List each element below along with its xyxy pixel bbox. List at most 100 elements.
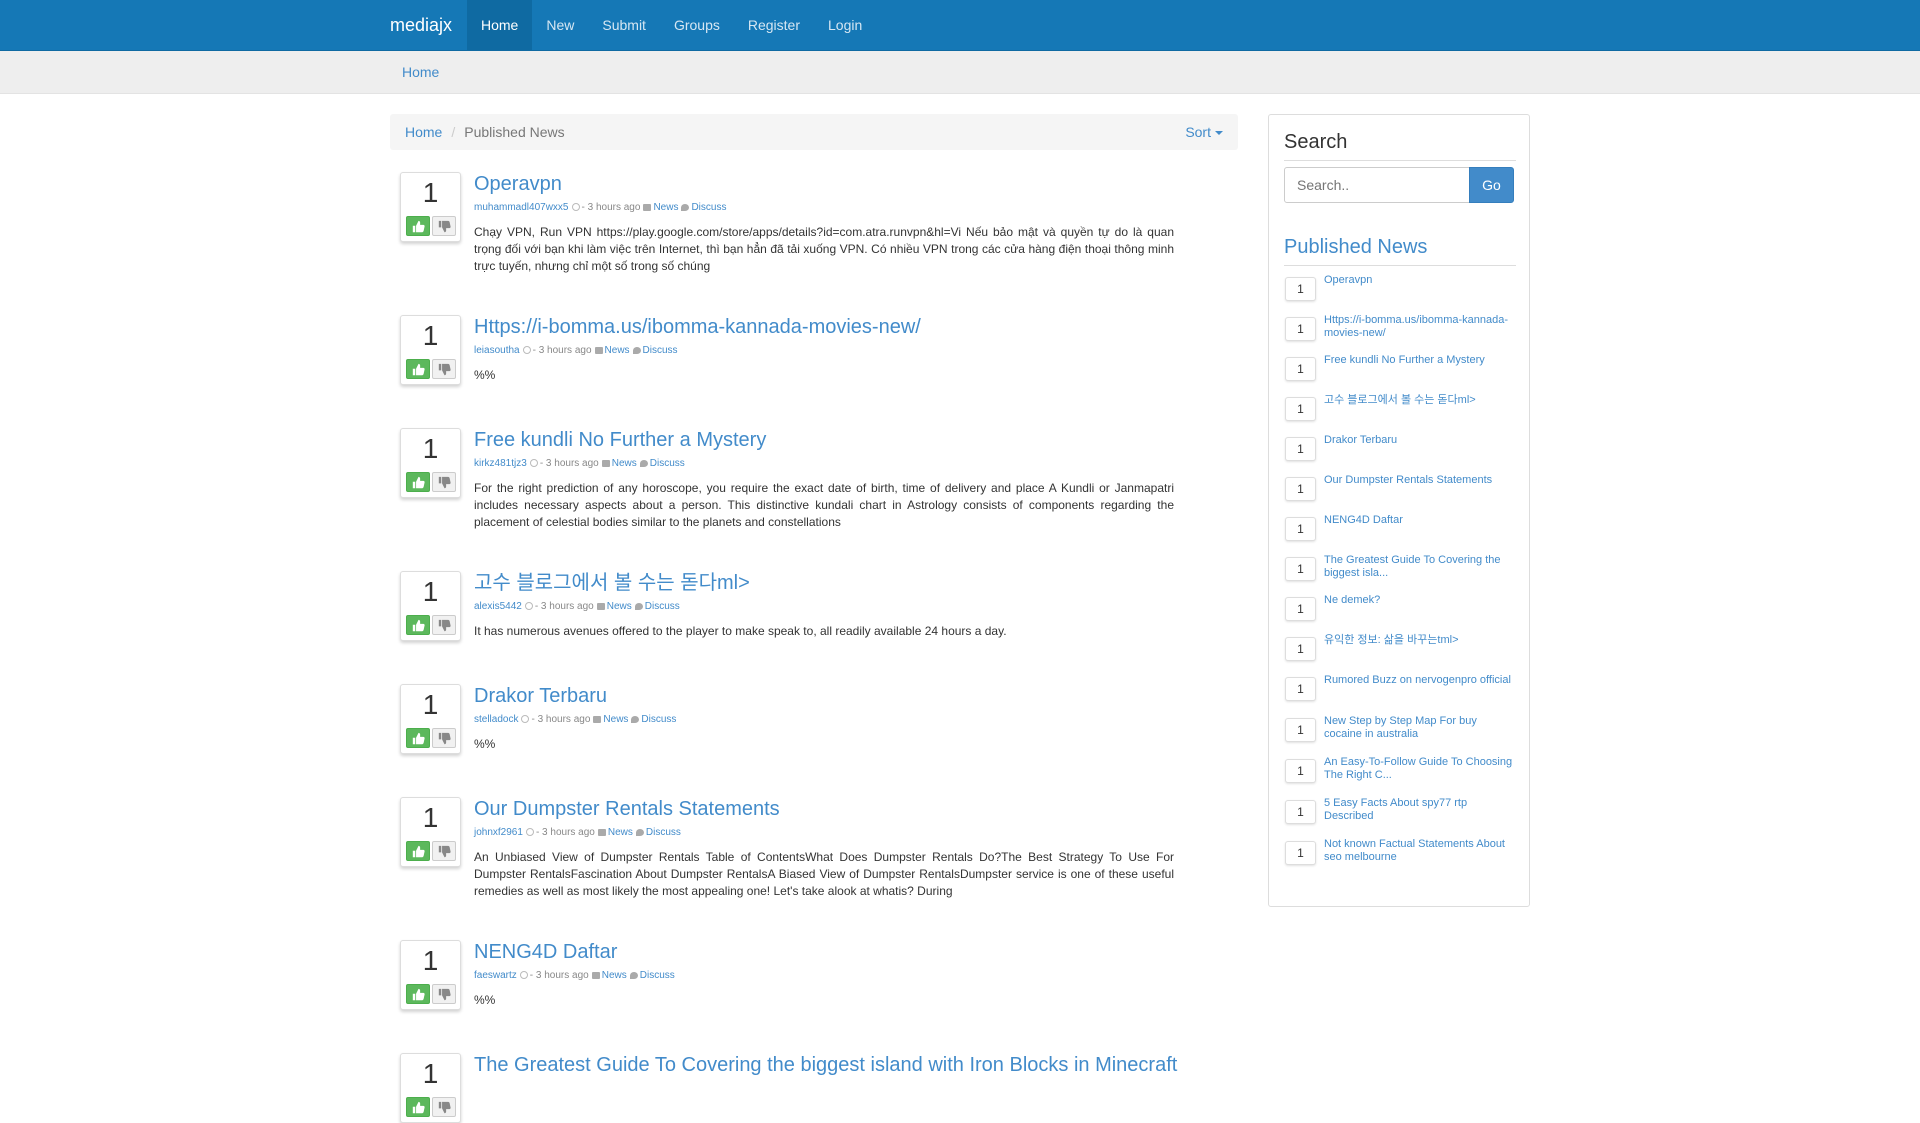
downvote-button[interactable] [432, 984, 456, 1004]
story-author[interactable]: faeswartz [474, 970, 517, 981]
downvote-button[interactable] [432, 1097, 456, 1117]
story-category[interactable]: News [608, 827, 633, 838]
vote-box: 1 [400, 315, 461, 385]
upvote-button[interactable] [406, 841, 430, 861]
caret-down-icon [1215, 131, 1223, 136]
nav-submit[interactable]: Submit [588, 0, 660, 50]
sidebar-news-link[interactable]: Operavpn [1324, 274, 1516, 287]
story-title[interactable]: Https://i-bomma.us/ibomma-kannada-movies… [474, 316, 921, 338]
vote-box: 1 [400, 940, 461, 1010]
sort-dropdown[interactable]: Sort [1185, 114, 1223, 150]
story-author[interactable]: leiasoutha [474, 345, 520, 356]
sidebar-news-link[interactable]: Https://i-bomma.us/ibomma-kannada-movies… [1324, 314, 1516, 340]
downvote-button[interactable] [432, 728, 456, 748]
upvote-button[interactable] [406, 615, 430, 635]
folder-icon [596, 602, 605, 610]
story-discuss[interactable]: Discuss [643, 345, 678, 356]
story-category[interactable]: News [602, 970, 627, 981]
sidebar-news-link[interactable]: Free kundli No Further a Mystery [1324, 354, 1516, 367]
story-category[interactable]: News [603, 714, 628, 725]
story-body: Our Dumpster Rentals Statements johnxf29… [474, 797, 1174, 900]
breadcrumb-home[interactable]: Home [405, 124, 442, 140]
story-title[interactable]: The Greatest Guide To Covering the bigge… [474, 1054, 1177, 1076]
vote-count-badge: 1 [1285, 437, 1316, 461]
story-time: - 3 hours ago [539, 458, 599, 469]
vote-box: 1 [400, 571, 461, 641]
story-discuss[interactable]: Discuss [650, 458, 685, 469]
sidebar-news-link[interactable]: NENG4D Daftar [1324, 514, 1516, 527]
story-discuss[interactable]: Discuss [645, 601, 680, 612]
vote-box: 1 [400, 428, 461, 498]
top-navbar: mediajx Home New Submit Groups Register … [0, 0, 1920, 51]
clock-icon [521, 715, 530, 724]
sidebar-news-link[interactable]: An Easy-To-Follow Guide To Choosing The … [1324, 756, 1516, 782]
story-title[interactable]: Operavpn [474, 173, 562, 195]
vote-count: 1 [422, 802, 439, 833]
downvote-button[interactable] [432, 615, 456, 635]
brand-logo[interactable]: mediajx [390, 0, 452, 50]
downvote-button[interactable] [432, 216, 456, 236]
story-body: Free kundli No Further a Mystery kirkz48… [474, 428, 1174, 531]
comment-icon [681, 203, 690, 211]
story-discuss[interactable]: Discuss [691, 202, 726, 213]
story-title[interactable]: Our Dumpster Rentals Statements [474, 798, 780, 820]
nav-groups[interactable]: Groups [660, 0, 734, 50]
downvote-button[interactable] [432, 472, 456, 492]
story-title[interactable]: 고수 블로그에서 볼 수는 돋다ml> [474, 572, 750, 594]
nav-login[interactable]: Login [814, 0, 876, 50]
sidebar-news-link[interactable]: Drakor Terbaru [1324, 434, 1516, 447]
sidebar-news-link[interactable]: New Step by Step Map For buy cocaine in … [1324, 715, 1516, 741]
vote-box: 1 [400, 684, 461, 754]
story-time: - 3 hours ago [581, 202, 641, 213]
story-description: %% [474, 993, 496, 1007]
folder-icon [594, 346, 603, 354]
story-author[interactable]: stelladock [474, 714, 518, 725]
subheader-home-link[interactable]: Home [402, 51, 439, 93]
story-category[interactable]: News [612, 458, 637, 469]
vote-count-badge: 1 [1285, 718, 1316, 742]
sidebar-news-link[interactable]: Not known Factual Statements About seo m… [1324, 838, 1516, 864]
vote-count: 1 [422, 1058, 439, 1089]
story-author[interactable]: johnxf2961 [474, 827, 523, 838]
story-discuss[interactable]: Discuss [646, 827, 681, 838]
story-author[interactable]: muhammadl407wxx5 [474, 202, 569, 213]
vote-count: 1 [422, 576, 439, 607]
story-body: Https://i-bomma.us/ibomma-kannada-movies… [474, 315, 1174, 384]
upvote-button[interactable] [406, 359, 430, 379]
story-body: Drakor Terbaru stelladock - 3 hours ago Ne… [474, 684, 1174, 753]
story-category[interactable]: News [653, 202, 678, 213]
upvote-button[interactable] [406, 728, 430, 748]
downvote-button[interactable] [432, 841, 456, 861]
sidebar-news-link[interactable]: Ne demek? [1324, 594, 1516, 607]
story-category[interactable]: News [605, 345, 630, 356]
story-author[interactable]: kirkz481tjz3 [474, 458, 527, 469]
nav-register[interactable]: Register [734, 0, 814, 50]
story-category[interactable]: News [607, 601, 632, 612]
sidebar-news-link[interactable]: 고수 블로그에서 볼 수는 돋다ml> [1324, 394, 1516, 407]
search-go-button[interactable]: Go [1469, 167, 1514, 203]
story-title[interactable]: Drakor Terbaru [474, 685, 607, 707]
upvote-button[interactable] [406, 216, 430, 236]
nav-new[interactable]: New [532, 0, 588, 50]
sidebar-news-link[interactable]: The Greatest Guide To Covering the bigge… [1324, 554, 1516, 580]
story-discuss[interactable]: Discuss [640, 970, 675, 981]
sidebar-news-link[interactable]: 유익한 정보: 삶을 바꾸는tml> [1324, 634, 1516, 647]
upvote-button[interactable] [406, 472, 430, 492]
nav-home[interactable]: Home [467, 0, 533, 50]
story-time: - 3 hours ago [535, 827, 595, 838]
search-input[interactable] [1284, 167, 1470, 203]
sidebar-news-link[interactable]: Our Dumpster Rentals Statements [1324, 474, 1516, 487]
story-meta: muhammadl407wxx5 - 3 hours ago News Discuss [474, 201, 1174, 214]
story-description: %% [474, 737, 496, 751]
vote-count-badge: 1 [1285, 841, 1316, 865]
upvote-button[interactable] [406, 1097, 430, 1117]
breadcrumb: Home / Published News Sort [390, 114, 1238, 150]
upvote-button[interactable] [406, 984, 430, 1004]
story-title[interactable]: Free kundli No Further a Mystery [474, 429, 766, 451]
story-author[interactable]: alexis5442 [474, 601, 522, 612]
story-discuss[interactable]: Discuss [641, 714, 676, 725]
sidebar-news-link[interactable]: 5 Easy Facts About spy77 rtp Described [1324, 797, 1516, 823]
downvote-button[interactable] [432, 359, 456, 379]
sidebar-news-link[interactable]: Rumored Buzz on nervogenpro official [1324, 674, 1516, 687]
story-title[interactable]: NENG4D Daftar [474, 941, 617, 963]
